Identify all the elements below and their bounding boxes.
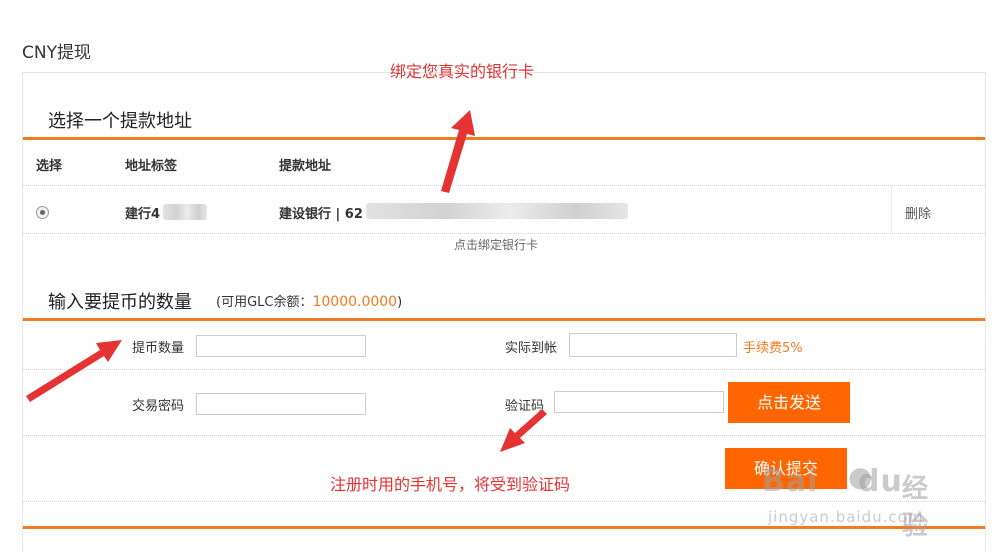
arrow-bottom (500, 409, 547, 452)
baidu-watermark: Bai ● du 经验 jingyan.baidu.com (762, 458, 948, 541)
watermark-brand-du: du (858, 464, 903, 499)
arrow-left (26, 340, 122, 402)
watermark-url: jingyan.baidu.com (768, 508, 924, 526)
watermark-brand-cn: 经验 (902, 474, 929, 541)
watermark-brand: Bai (762, 464, 819, 499)
arrow-top (441, 110, 475, 193)
